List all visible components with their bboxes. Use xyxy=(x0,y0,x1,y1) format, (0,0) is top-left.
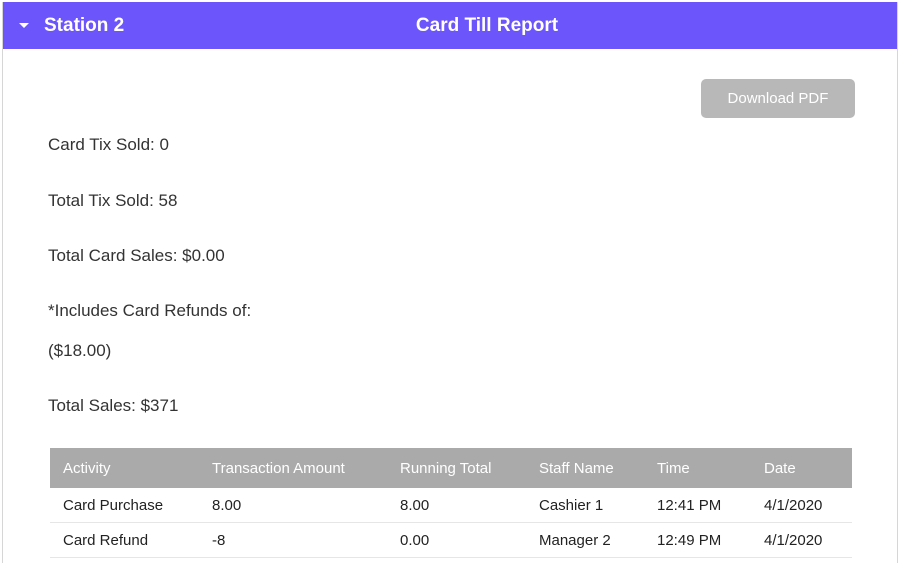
cell-time: 12:41 PM xyxy=(644,488,751,523)
report-title: Card Till Report xyxy=(415,15,559,36)
activity-table: Activity Transaction Amount Running Tota… xyxy=(50,448,852,558)
total-tix-sold: Total Tix Sold: 58 xyxy=(48,191,178,210)
cell-time: 12:49 PM xyxy=(644,522,751,558)
cell-date: 4/1/2020 xyxy=(751,522,852,558)
cell-transaction-amount: 8.00 xyxy=(199,488,387,523)
total-card-sales: Total Card Sales: $0.00 xyxy=(48,246,225,265)
cell-transaction-amount: -8 xyxy=(199,522,387,558)
cell-running-total: 0.00 xyxy=(387,522,526,558)
cell-activity: Card Refund xyxy=(50,522,199,558)
cell-staff-name: Manager 2 xyxy=(526,522,644,558)
card-refunds-label: *Includes Card Refunds of: xyxy=(48,301,252,320)
column-header-date[interactable]: Date xyxy=(751,448,852,488)
table-row: Card Purchase 8.00 8.00 Cashier 1 12:41 … xyxy=(50,488,852,523)
cell-date: 4/1/2020 xyxy=(751,488,852,523)
card-tix-sold: Card Tix Sold: 0 xyxy=(48,135,169,154)
station-toggle[interactable]: Station 2 xyxy=(11,2,124,49)
download-pdf-button[interactable]: Download PDF xyxy=(701,79,855,118)
caret-down-icon[interactable] xyxy=(19,23,29,28)
cell-staff-name: Cashier 1 xyxy=(526,488,644,523)
column-header-time[interactable]: Time xyxy=(644,448,751,488)
card-refunds-value: ($18.00) xyxy=(48,341,112,360)
column-header-activity[interactable]: Activity xyxy=(50,448,199,488)
card-till-report-panel: Station 2 Card Till Report Download PDF … xyxy=(2,2,898,563)
total-sales: Total Sales: $371 xyxy=(48,396,179,415)
cell-activity: Card Purchase xyxy=(50,488,199,523)
panel-header: Station 2 Card Till Report xyxy=(3,2,897,49)
column-header-staff-name[interactable]: Staff Name xyxy=(526,448,644,488)
table-header-row: Activity Transaction Amount Running Tota… xyxy=(50,448,852,488)
column-header-transaction-amount[interactable]: Transaction Amount xyxy=(199,448,387,488)
table-row: Card Refund -8 0.00 Manager 2 12:49 PM 4… xyxy=(50,522,852,558)
column-header-running-total[interactable]: Running Total xyxy=(387,448,526,488)
station-title[interactable]: Station 2 xyxy=(44,15,124,37)
cell-running-total: 8.00 xyxy=(387,488,526,523)
